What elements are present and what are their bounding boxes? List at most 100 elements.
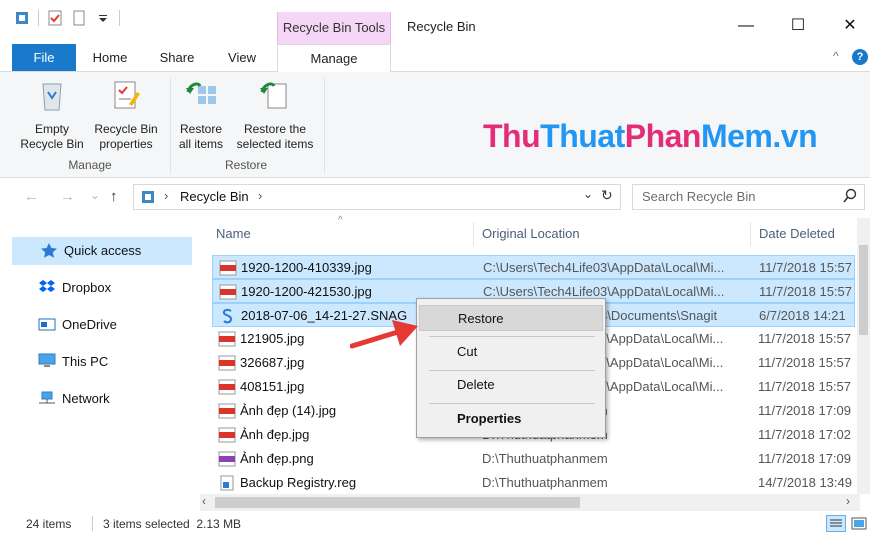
tab-view[interactable]: View (217, 44, 267, 71)
group-label-restore: Restore (224, 158, 268, 172)
back-button[interactable]: ← (24, 188, 39, 205)
address-chevron[interactable]: › (164, 188, 168, 203)
empty-recycle-bin-label: Empty Recycle Bin (20, 122, 84, 151)
collapse-ribbon-icon[interactable]: ^ (833, 49, 839, 63)
sidebar-item-this-pc[interactable]: This PC (38, 353, 108, 369)
sort-ascending-icon: ^ (338, 215, 343, 226)
search-placeholder: Search Recycle Bin (642, 189, 756, 204)
sidebar-item-label: Network (62, 390, 110, 406)
scroll-left-icon[interactable]: ‹ (202, 494, 206, 508)
tab-file[interactable]: File (12, 44, 76, 71)
address-location[interactable]: Recycle Bin (180, 189, 249, 204)
refresh-icon[interactable]: ↻ (601, 187, 613, 204)
column-header-name[interactable]: Name (216, 226, 251, 241)
large-icons-view-icon[interactable] (850, 515, 868, 532)
status-item-count: 24 items (26, 517, 72, 531)
menu-separator (429, 370, 595, 371)
menu-item-cut[interactable]: Cut (419, 339, 603, 365)
sidebar-item-network[interactable]: Network (38, 390, 110, 406)
jpg-file-icon (219, 260, 237, 276)
search-icon[interactable] (842, 188, 858, 204)
tab-manage[interactable]: Manage (277, 44, 391, 73)
address-chevron[interactable]: › (258, 188, 262, 203)
file-date: 11/7/2018 17:09 (758, 403, 852, 418)
restore-selected-label: Restore the selected items (236, 122, 314, 151)
empty-recycle-bin-icon (42, 83, 62, 111)
restore-all-icon (186, 82, 216, 104)
network-icon (39, 391, 55, 404)
maximize-button[interactable]: ☐ (775, 12, 821, 40)
restore-selected-button[interactable]: Restore the selected items (232, 78, 318, 152)
file-date: 14/7/2018 13:49 (758, 475, 852, 490)
watermark-part: Mem.vn (700, 118, 818, 154)
help-icon[interactable]: ? (852, 49, 868, 65)
column-header-location[interactable]: Original Location (482, 226, 580, 241)
horizontal-scroll-thumb[interactable] (215, 497, 580, 508)
context-tab-header: Recycle Bin Tools (277, 12, 391, 44)
column-separator[interactable] (750, 222, 751, 246)
file-name: Backup Registry.reg (240, 475, 357, 490)
new-document-icon[interactable] (71, 10, 87, 26)
table-row[interactable]: 1920-1200-410339.jpg C:\Users\Tech4Life0… (212, 255, 855, 279)
star-icon (41, 243, 57, 258)
properties-icon (114, 81, 140, 109)
sidebar-item-dropbox[interactable]: Dropbox (38, 279, 111, 295)
watermark-logo: ThuThuatPhanMem.vn (483, 118, 818, 155)
file-date: 11/7/2018 15:57 (759, 260, 853, 275)
file-name: 1920-1200-421530.jpg (241, 284, 372, 299)
sidebar-item-onedrive[interactable]: OneDrive (38, 316, 117, 332)
properties-check-icon[interactable] (47, 10, 63, 26)
restore-selected-icon (260, 82, 287, 109)
file-name: 1920-1200-410339.jpg (241, 260, 372, 275)
qat-separator (119, 10, 120, 26)
column-separator[interactable] (473, 222, 474, 246)
recycle-bin-properties-button[interactable]: Recycle Bin properties (90, 78, 162, 152)
restore-all-label: Restore all items (178, 122, 223, 151)
scroll-right-icon[interactable]: › (846, 494, 850, 508)
registry-file-icon (220, 475, 234, 491)
close-button[interactable]: ✕ (827, 12, 870, 40)
address-dropdown-icon[interactable]: ⌄ (583, 187, 593, 201)
restore-all-button[interactable]: Restore all items (174, 78, 228, 152)
forward-button[interactable]: → (60, 188, 75, 205)
jpg-file-icon (218, 331, 236, 347)
table-row[interactable]: Backup Registry.reg D:\Thuthuatphanmem 1… (212, 471, 855, 493)
menu-item-properties[interactable]: Properties (419, 406, 603, 432)
tab-home[interactable]: Home (85, 44, 135, 71)
window-title: Recycle Bin (407, 19, 476, 34)
up-button[interactable]: ↑ (110, 188, 118, 205)
details-view-icon[interactable] (826, 515, 846, 532)
vertical-scroll-thumb[interactable] (859, 245, 868, 335)
recycle-bin-small-icon (142, 191, 154, 203)
jpg-file-icon (218, 427, 236, 443)
menu-separator (429, 336, 595, 337)
recycle-bin-properties-label: Recycle Bin properties (94, 122, 158, 151)
recent-locations-button[interactable]: ⌄ (90, 188, 100, 202)
context-menu: Restore Cut Delete Properties (416, 298, 606, 438)
empty-recycle-bin-button[interactable]: Empty Recycle Bin (16, 78, 88, 152)
column-header-date[interactable]: Date Deleted (759, 226, 835, 241)
computer-icon (38, 353, 56, 367)
ribbon-group-separator (324, 78, 325, 174)
sidebar-item-quick-access[interactable]: Quick access (40, 242, 141, 258)
qat-dropdown-icon[interactable] (95, 10, 111, 26)
ribbon-group-separator (170, 78, 171, 174)
file-date: 6/7/2018 14:21 (759, 308, 846, 323)
menu-item-delete[interactable]: Delete (419, 372, 603, 398)
jpg-file-icon (218, 403, 236, 419)
file-date: 11/7/2018 15:57 (758, 355, 852, 370)
table-row[interactable]: Ảnh đẹp.png D:\Thuthuatphanmem 11/7/2018… (212, 447, 855, 471)
menu-item-restore[interactable]: Restore (419, 305, 603, 331)
menu-separator (429, 403, 595, 404)
file-location: D:\Thuthuatphanmem (482, 451, 608, 466)
status-selection: 3 items selected 2.13 MB (103, 517, 242, 531)
sidebar-item-label: Dropbox (62, 279, 112, 295)
dropbox-icon (39, 280, 55, 292)
tab-share[interactable]: Share (152, 44, 202, 71)
recycle-bin-small-icon (16, 12, 28, 24)
watermark-part: Thuat (540, 118, 625, 154)
minimize-button[interactable]: — (723, 12, 769, 40)
png-file-icon (218, 451, 236, 467)
watermark-part: Thu (483, 118, 541, 154)
jpg-file-icon (218, 355, 236, 371)
